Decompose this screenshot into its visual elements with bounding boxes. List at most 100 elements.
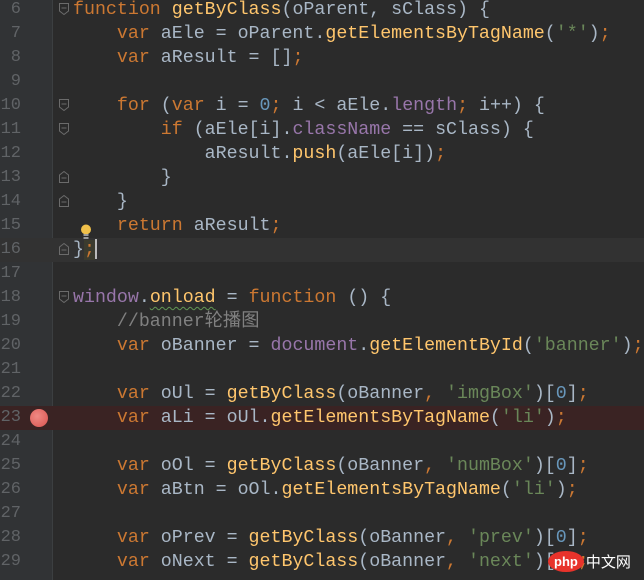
- line-number: 10: [0, 96, 21, 115]
- token-id: [73, 336, 117, 356]
- token-id: i =: [215, 96, 260, 116]
- code-text: }: [73, 190, 128, 214]
- token-id: [73, 456, 117, 476]
- line-number: 20: [0, 336, 21, 355]
- watermark: php 中文网: [548, 546, 631, 576]
- token-kw: ;: [270, 96, 293, 116]
- token-str: 'banner': [533, 336, 622, 356]
- code-text: }: [73, 166, 172, 190]
- line-number: 7: [10, 24, 21, 43]
- token-id: [73, 408, 117, 428]
- fold-marker-icon[interactable]: [59, 171, 69, 183]
- token-id: }: [73, 192, 128, 212]
- code-line[interactable]: 13 }: [0, 166, 644, 190]
- token-kw: var: [116, 480, 161, 500]
- token-id: [73, 24, 117, 44]
- token-id: aResult.: [73, 144, 293, 164]
- token-id: ]: [566, 384, 578, 404]
- code-text: var oPrev = getByClass(oBanner, 'prev')[…: [73, 526, 589, 550]
- code-line[interactable]: 7 var aEle = oParent.getElementsByTagNam…: [0, 22, 644, 46]
- line-number: 15: [0, 216, 21, 235]
- code-line[interactable]: 27: [0, 502, 644, 526]
- token-id: (: [160, 96, 172, 116]
- token-kw: ;: [270, 216, 282, 236]
- token-id: oNext =: [160, 552, 249, 572]
- fold-marker-icon[interactable]: [59, 291, 69, 303]
- token-semi: ;: [83, 240, 95, 260]
- code-line[interactable]: 22 var oUl = getByClass(oBanner, 'imgBox…: [0, 382, 644, 406]
- token-glob: className: [292, 120, 392, 140]
- token-id: (oBanner: [358, 552, 447, 572]
- code-line[interactable]: 24: [0, 430, 644, 454]
- code-line[interactable]: 11 if (aEle[i].className == sClass) {: [0, 118, 644, 142]
- line-number: 25: [0, 456, 21, 475]
- token-kw: ;: [566, 480, 578, 500]
- breakpoint-icon[interactable]: [30, 409, 48, 427]
- code-text: var oNext = getByClass(oBanner, 'next')[…: [73, 550, 589, 574]
- fold-marker-icon[interactable]: [59, 3, 69, 15]
- line-number: 19: [0, 312, 21, 331]
- code-text: var aEle = oParent.getElementsByTagName(…: [73, 22, 611, 46]
- token-id: (: [544, 24, 556, 44]
- code-line[interactable]: 14 }: [0, 190, 644, 214]
- line-number: 16: [0, 240, 21, 259]
- code-line[interactable]: 15 return aResult;: [0, 214, 644, 238]
- code-line[interactable]: 10 for (var i = 0; i < aEle.length; i++)…: [0, 94, 644, 118]
- token-id: [73, 480, 117, 500]
- line-number: 14: [0, 192, 21, 211]
- code-text: var aResult = [];: [73, 46, 304, 70]
- token-glob: window: [73, 288, 139, 308]
- line-number: 12: [0, 144, 21, 163]
- line-number: 29: [0, 552, 21, 571]
- lightbulb-icon[interactable]: [80, 224, 92, 240]
- code-line[interactable]: 12 aResult.push(aEle[i]);: [0, 142, 644, 166]
- fold-marker-icon[interactable]: [59, 243, 69, 255]
- code-line[interactable]: 19 //banner轮播图: [0, 310, 644, 334]
- code-text: var oBanner = document.getElementById('b…: [73, 334, 644, 358]
- code-text: function getByClass(oParent, sClass) {: [73, 0, 490, 22]
- code-line[interactable]: 9: [0, 70, 644, 94]
- token-id: [73, 528, 117, 548]
- code-line[interactable]: 16};: [0, 224, 644, 262]
- token-kw: ;: [632, 336, 644, 356]
- token-id: .: [138, 288, 150, 308]
- line-number: 24: [0, 432, 21, 451]
- fold-marker-icon[interactable]: [59, 195, 69, 207]
- code-text: var aBtn = oOl.getElementsByTagName('li'…: [73, 478, 578, 502]
- code-line[interactable]: 18 window.onload = function () {: [0, 286, 644, 310]
- token-id: (oBanner: [336, 456, 425, 476]
- code-line[interactable]: 26 var aBtn = oOl.getElementsByTagName('…: [0, 478, 644, 502]
- token-id: }: [73, 168, 172, 188]
- token-kw: return: [116, 216, 194, 236]
- token-str: '*': [555, 24, 589, 44]
- token-id: aResult = []: [160, 48, 293, 68]
- code-line[interactable]: 23 var aLi = oUl.getElementsByTagName('l…: [0, 406, 644, 430]
- code-line[interactable]: 21: [0, 358, 644, 382]
- code-line[interactable]: 6 function getByClass(oParent, sClass) {: [0, 0, 644, 22]
- token-id: .: [358, 336, 370, 356]
- code-line[interactable]: 8 var aResult = [];: [0, 46, 644, 70]
- token-kw: if: [160, 120, 194, 140]
- token-id: (: [522, 336, 534, 356]
- code-line[interactable]: 20 var oBanner = document.getElementById…: [0, 334, 644, 358]
- fold-marker-icon[interactable]: [59, 123, 69, 135]
- code-line[interactable]: 17: [0, 262, 644, 286]
- fold-marker-icon[interactable]: [59, 99, 69, 111]
- token-id: )[: [533, 456, 556, 476]
- token-str: 'imgBox': [446, 384, 534, 404]
- token-kw: function: [248, 288, 348, 308]
- token-id: aBtn = oOl.: [160, 480, 282, 500]
- token-id: ): [588, 24, 600, 44]
- token-kw: ,: [446, 552, 468, 572]
- token-kw: function: [73, 0, 172, 20]
- code-text: window.onload = function () {: [73, 286, 391, 310]
- token-id: =: [215, 288, 249, 308]
- line-number: 27: [0, 504, 21, 523]
- token-num: 0: [555, 528, 567, 548]
- line-number: 13: [0, 168, 21, 187]
- token-id: ): [555, 480, 567, 500]
- token-id: (: [500, 480, 512, 500]
- code-line[interactable]: 25 var oOl = getByClass(oBanner, 'numBox…: [0, 454, 644, 478]
- token-kw: ;: [577, 528, 589, 548]
- token-id: i < aEle.: [292, 96, 392, 116]
